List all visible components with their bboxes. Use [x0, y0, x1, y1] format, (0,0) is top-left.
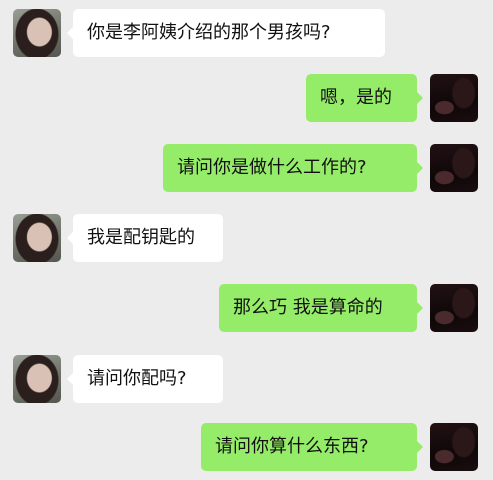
user-avatar[interactable]: [430, 284, 478, 332]
incoming-message-bubble[interactable]: 我是配钥匙的: [67, 214, 223, 262]
user-avatar[interactable]: [430, 423, 478, 471]
incoming-message-bubble[interactable]: 你是李阿姨介绍的那个男孩吗?: [67, 9, 385, 57]
contact-avatar[interactable]: [13, 214, 61, 262]
user-avatar[interactable]: [430, 74, 478, 122]
outgoing-message-bubble[interactable]: 嗯，是的: [306, 74, 423, 122]
incoming-message-bubble[interactable]: 请问你配吗?: [67, 355, 223, 403]
outgoing-message-bubble[interactable]: 请问你是做什么工作的?: [163, 144, 423, 192]
contact-avatar[interactable]: [13, 355, 61, 403]
outgoing-message-bubble[interactable]: 那么巧 我是算命的: [219, 284, 423, 332]
outgoing-message-bubble[interactable]: 请问你算什么东西?: [201, 423, 423, 471]
user-avatar[interactable]: [430, 144, 478, 192]
contact-avatar[interactable]: [13, 9, 61, 57]
